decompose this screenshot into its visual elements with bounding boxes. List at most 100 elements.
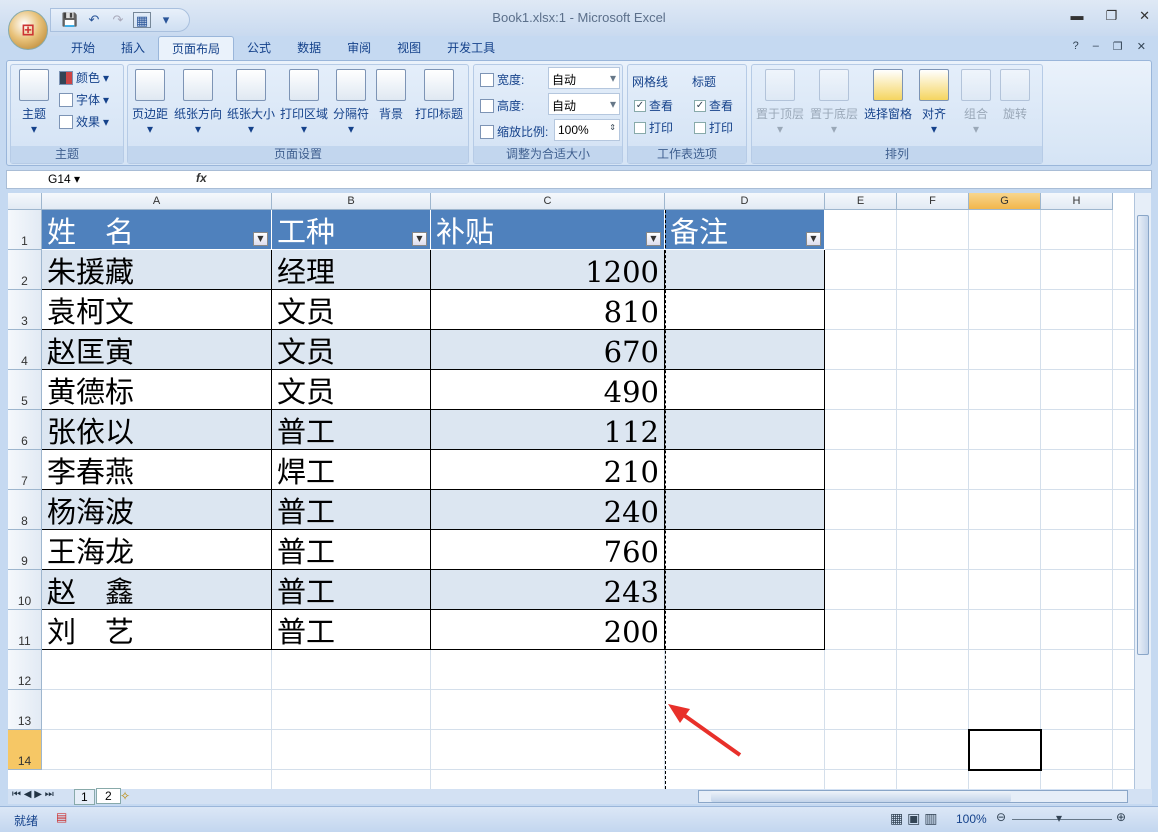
- table-cell-remark[interactable]: [665, 410, 825, 450]
- filter-dropdown-icon[interactable]: ▼: [412, 232, 427, 246]
- tab-view[interactable]: 视图: [384, 36, 434, 60]
- table-cell-name[interactable]: 赵 鑫: [42, 570, 272, 610]
- table-cell-remark[interactable]: [665, 450, 825, 490]
- send-to-back-button[interactable]: 置于底层 ▾: [808, 69, 860, 136]
- table-cell-subsidy[interactable]: 490: [431, 370, 665, 410]
- sheet-tab-2[interactable]: 2: [96, 788, 121, 804]
- row-header-2[interactable]: 2: [8, 250, 42, 290]
- row-header-4[interactable]: 4: [8, 330, 42, 370]
- table-cell-name[interactable]: 赵匡寅: [42, 330, 272, 370]
- tab-insert[interactable]: 插入: [108, 36, 158, 60]
- selection-pane-button[interactable]: 选择窗格: [862, 69, 914, 122]
- row-header-6[interactable]: 6: [8, 410, 42, 450]
- wb-minimize-icon[interactable]: –: [1093, 40, 1099, 53]
- print-titles-button[interactable]: 打印标题: [412, 69, 466, 122]
- scroll-thumb[interactable]: [1137, 215, 1149, 655]
- row-header-7[interactable]: 7: [8, 450, 42, 490]
- table-cell-job[interactable]: 普工: [272, 610, 431, 650]
- table-cell-job[interactable]: 文员: [272, 370, 431, 410]
- help-icon[interactable]: ?: [1073, 40, 1079, 53]
- select-all-corner[interactable]: [8, 193, 42, 210]
- gridlines-view-checkbox[interactable]: ✓ 查看: [634, 97, 673, 114]
- tab-formulas[interactable]: 公式: [234, 36, 284, 60]
- name-box[interactable]: G14 ▾: [8, 171, 138, 188]
- table-header-job[interactable]: 工种 ▼: [272, 210, 431, 250]
- background-button[interactable]: 背景: [374, 69, 408, 122]
- table-cell-subsidy[interactable]: 243: [431, 570, 665, 610]
- table-cell-subsidy[interactable]: 200: [431, 610, 665, 650]
- colors-button[interactable]: 颜色 ▾: [59, 69, 109, 86]
- headings-print-checkbox[interactable]: 打印: [694, 119, 733, 136]
- zoom-level[interactable]: 100%: [956, 812, 987, 826]
- sheet-tab-1[interactable]: 1: [74, 789, 95, 805]
- table-header-subsidy[interactable]: 补贴 ▼: [431, 210, 665, 250]
- row-header-5[interactable]: 5: [8, 370, 42, 410]
- table-cell-remark[interactable]: [665, 330, 825, 370]
- table-cell-subsidy[interactable]: 112: [431, 410, 665, 450]
- column-header-F[interactable]: F: [897, 193, 969, 210]
- wb-close-icon[interactable]: ✕: [1137, 40, 1146, 53]
- column-header-E[interactable]: E: [825, 193, 897, 210]
- row-header-9[interactable]: 9: [8, 530, 42, 570]
- office-button[interactable]: ⊞: [8, 10, 48, 50]
- width-dropdown[interactable]: 自动 ▾: [548, 67, 620, 89]
- fonts-button[interactable]: 字体 ▾: [59, 91, 109, 108]
- size-button[interactable]: 纸张大小 ▾: [226, 69, 276, 136]
- table-cell-name[interactable]: 袁柯文: [42, 290, 272, 330]
- column-header-A[interactable]: A: [42, 193, 272, 210]
- sheet-nav-icons[interactable]: ⏮ ◀ ▶ ⏭: [12, 789, 54, 800]
- customize-qat-icon[interactable]: ▾: [157, 12, 175, 28]
- column-header-H[interactable]: H: [1041, 193, 1113, 210]
- table-cell-name[interactable]: 王海龙: [42, 530, 272, 570]
- wb-restore-icon[interactable]: ❐: [1113, 40, 1123, 53]
- redo-icon[interactable]: ↷: [109, 12, 127, 28]
- column-header-C[interactable]: C: [431, 193, 665, 210]
- gridlines-print-checkbox[interactable]: 打印: [634, 119, 673, 136]
- table-cell-remark[interactable]: [665, 490, 825, 530]
- table-cell-remark[interactable]: [665, 370, 825, 410]
- filter-dropdown-icon[interactable]: ▼: [806, 232, 821, 246]
- group-button[interactable]: 组合 ▾: [958, 69, 994, 136]
- horizontal-scrollbar[interactable]: [698, 790, 1128, 803]
- formula-bar[interactable]: [6, 170, 1152, 189]
- zoom-in-icon[interactable]: ⊕: [1116, 810, 1126, 824]
- h-scroll-thumb[interactable]: [711, 791, 1011, 802]
- table-cell-subsidy[interactable]: 240: [431, 490, 665, 530]
- table-cell-remark[interactable]: [665, 290, 825, 330]
- table-cell-job[interactable]: 焊工: [272, 450, 431, 490]
- table-cell-job[interactable]: 普工: [272, 530, 431, 570]
- table-cell-name[interactable]: 黄德标: [42, 370, 272, 410]
- height-dropdown[interactable]: 自动 ▾: [548, 93, 620, 115]
- undo-icon[interactable]: ↶: [85, 12, 103, 28]
- table-cell-job[interactable]: 普工: [272, 570, 431, 610]
- table-cell-remark[interactable]: [665, 250, 825, 290]
- table-cell-name[interactable]: 杨海波: [42, 490, 272, 530]
- table-cell-remark[interactable]: [665, 570, 825, 610]
- row-header-3[interactable]: 3: [8, 290, 42, 330]
- print-area-button[interactable]: 打印区域 ▾: [278, 69, 330, 136]
- column-header-D[interactable]: D: [665, 193, 825, 210]
- effects-button[interactable]: 效果 ▾: [59, 113, 109, 130]
- table-header-name[interactable]: 姓 名 ▼: [42, 210, 272, 250]
- custom-icon[interactable]: ▦: [133, 12, 151, 28]
- row-header-12[interactable]: 12: [8, 650, 42, 690]
- table-cell-subsidy[interactable]: 810: [431, 290, 665, 330]
- margins-button[interactable]: 页边距 ▾: [130, 69, 170, 136]
- table-header-remark[interactable]: 备注 ▼: [665, 210, 825, 250]
- selected-cell-g14[interactable]: [968, 729, 1042, 771]
- table-cell-remark[interactable]: [665, 610, 825, 650]
- align-button[interactable]: 对齐 ▾: [916, 69, 952, 136]
- zoom-slider-thumb[interactable]: ▾: [1056, 811, 1062, 825]
- row-header-14[interactable]: 14: [8, 730, 42, 770]
- table-cell-name[interactable]: 张依以: [42, 410, 272, 450]
- table-cell-remark[interactable]: [665, 530, 825, 570]
- minimize-button[interactable]: ▬: [1070, 8, 1083, 24]
- vertical-scrollbar[interactable]: [1134, 193, 1151, 789]
- themes-button[interactable]: 主题 ▾: [17, 69, 51, 136]
- zoom-out-icon[interactable]: ⊖: [996, 810, 1006, 824]
- table-cell-name[interactable]: 刘 艺: [42, 610, 272, 650]
- macro-record-icon[interactable]: ▤: [56, 810, 67, 824]
- filter-dropdown-icon[interactable]: ▼: [646, 232, 661, 246]
- table-cell-job[interactable]: 经理: [272, 250, 431, 290]
- table-cell-name[interactable]: 李春燕: [42, 450, 272, 490]
